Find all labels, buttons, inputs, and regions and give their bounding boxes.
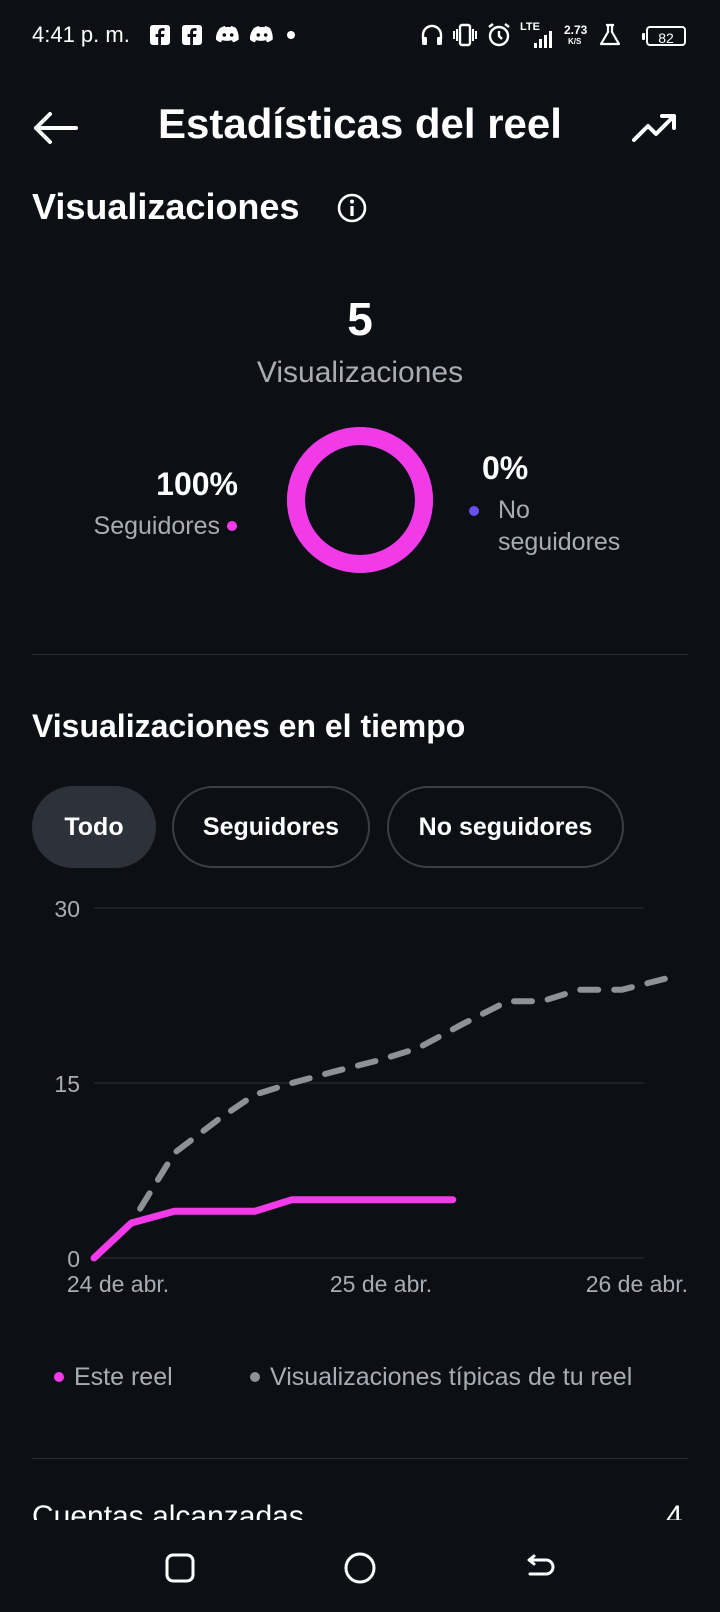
- signal-icon: [534, 30, 556, 48]
- dot-icon: [286, 22, 296, 48]
- accounts-reached-value: 4: [666, 1500, 683, 1522]
- x-tick-label: 25 de abr.: [330, 1271, 432, 1297]
- facebook-icon: [182, 22, 202, 48]
- battery-icon: 82: [642, 26, 686, 46]
- section-title-over-time: Visualizaciones en el tiempo: [32, 708, 466, 744]
- donut-followers-arc: [287, 427, 433, 573]
- network-speed: 2.73: [564, 23, 588, 37]
- followers-label: Seguidores: [93, 512, 220, 540]
- x-tick-label: 26 de abr.: [586, 1271, 688, 1297]
- legend-dot-typical-views: [250, 1372, 260, 1382]
- followers-dot: [227, 521, 237, 531]
- status-bar: 4:41 p. m. LTE 2.73 K/S 82: [0, 0, 720, 72]
- x-tick-label: 24 de abr.: [67, 1271, 169, 1297]
- page-title: Estadísticas del reel: [158, 100, 562, 147]
- status-time: 4:41 p. m.: [32, 22, 130, 47]
- filter-chip-followers[interactable]: Seguidores: [172, 786, 370, 868]
- y-tick-label: 0: [67, 1246, 80, 1272]
- y-tick-label: 30: [54, 900, 80, 922]
- section-title-views: Visualizaciones: [32, 186, 300, 227]
- home-button[interactable]: [340, 1548, 380, 1588]
- non-followers-label: No seguidores: [498, 496, 621, 556]
- legend-dot-this-reel: [54, 1372, 64, 1382]
- network-speed-unit: K/S: [568, 37, 582, 46]
- alarm-icon: [486, 22, 512, 48]
- y-tick-label: 15: [54, 1071, 80, 1097]
- back-nav-button[interactable]: [520, 1548, 560, 1588]
- vibrate-icon: [452, 22, 478, 48]
- discord-icon: [216, 22, 240, 48]
- followers-percent: 100%: [156, 466, 238, 502]
- discord-icon: [250, 22, 274, 48]
- square-icon: [165, 1553, 195, 1583]
- followers-donut-chart: [287, 427, 433, 573]
- filter-chip-all[interactable]: Todo: [32, 786, 156, 868]
- non-followers-dot: [469, 506, 479, 516]
- filter-chip-non-followers[interactable]: No seguidores: [387, 786, 624, 868]
- legend-item-typical-views: Visualizaciones típicas de tu reel: [250, 1360, 632, 1394]
- circle-icon: [344, 1552, 376, 1584]
- series-line-this-reel: [90, 1196, 457, 1262]
- non-followers-percent: 0%: [482, 450, 529, 486]
- lab-icon: [598, 22, 622, 48]
- series-line-typical-views: [91, 975, 671, 1261]
- views-total-label: Visualizaciones: [256, 356, 464, 389]
- info-icon[interactable]: [336, 192, 368, 224]
- recent-apps-button[interactable]: [160, 1548, 200, 1588]
- legend-item-this-reel: Este reel: [54, 1360, 173, 1394]
- back-nav-icon: [527, 1554, 555, 1576]
- trend-button[interactable]: [630, 110, 680, 150]
- divider: [32, 1458, 688, 1459]
- headphones-icon: [420, 22, 444, 48]
- divider: [32, 654, 688, 655]
- accounts-reached-label: Cuentas alcanzadas: [32, 1500, 304, 1522]
- trending-up-icon: [632, 114, 676, 142]
- facebook-icon: [150, 22, 170, 48]
- views-total: 5: [347, 293, 373, 345]
- views-over-time-chart: 0 15 30 24 de abr. 25 de abr. 26 de abr.: [54, 900, 688, 1297]
